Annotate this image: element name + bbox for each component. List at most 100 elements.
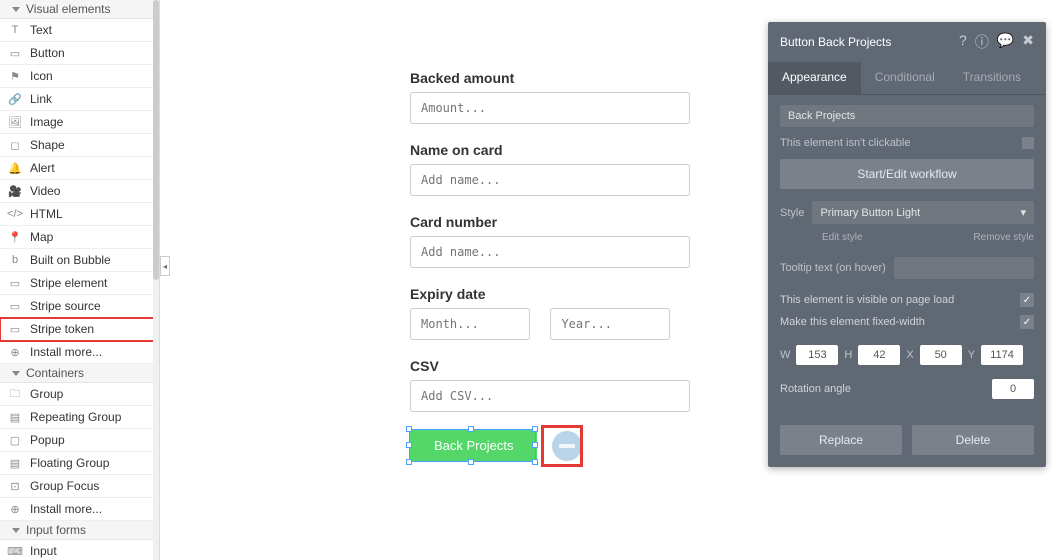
csv-label: CSV <box>410 358 690 374</box>
item-text[interactable]: TText <box>0 19 159 42</box>
stripe-icon: ▭ <box>8 276 22 290</box>
item-map[interactable]: 📍Map <box>0 226 159 249</box>
remove-style-link[interactable]: Remove style <box>973 232 1034 243</box>
item-repeating[interactable]: ▤Repeating Group <box>0 406 159 429</box>
resize-handle[interactable] <box>532 459 538 465</box>
item-icon[interactable]: ⚑Icon <box>0 65 159 88</box>
item-group[interactable]: 🗀Group <box>0 383 159 406</box>
x-input[interactable] <box>920 345 962 365</box>
style-select[interactable]: Primary Button Light▾ <box>812 201 1034 224</box>
item-label: Floating Group <box>30 456 109 470</box>
w-label: W <box>780 349 790 361</box>
chevron-down-icon <box>12 528 20 533</box>
item-video[interactable]: 🎥Video <box>0 180 159 203</box>
scrollbar-thumb[interactable] <box>153 0 159 280</box>
bubble-icon: b <box>8 253 22 267</box>
design-canvas[interactable]: Backed amount Name on card Card number E… <box>170 0 768 560</box>
item-link[interactable]: 🔗Link <box>0 88 159 111</box>
focus-icon: ⊡ <box>8 479 22 493</box>
resize-handle[interactable] <box>468 459 474 465</box>
sidebar: Visual elements TText ▭Button ⚑Icon 🔗Lin… <box>0 0 160 560</box>
item-label: Image <box>30 115 63 129</box>
name-on-card-input[interactable] <box>410 164 690 196</box>
resize-handle[interactable] <box>406 442 412 448</box>
h-label: H <box>844 349 852 361</box>
bell-icon: 🔔 <box>8 161 22 175</box>
start-workflow-button[interactable]: Start/Edit workflow <box>780 159 1034 189</box>
item-button[interactable]: ▭Button <box>0 42 159 65</box>
button-icon: ▭ <box>8 46 22 60</box>
tab-conditional[interactable]: Conditional <box>861 62 949 94</box>
expiry-year-input[interactable] <box>550 308 670 340</box>
sidebar-scrollbar[interactable] <box>153 0 159 560</box>
pin-icon: 📍 <box>8 230 22 244</box>
collapse-sidebar-handle[interactable]: ◂ <box>160 256 170 276</box>
item-builton[interactable]: bBuilt on Bubble <box>0 249 159 272</box>
tooltip-input[interactable] <box>894 257 1034 279</box>
card-number-label: Card number <box>410 214 690 230</box>
item-label: Repeating Group <box>30 410 121 424</box>
item-install-more[interactable]: ⊕Install more... <box>0 341 159 364</box>
visible-label: This element is visible on page load <box>780 294 954 306</box>
item-html[interactable]: </>HTML <box>0 203 159 226</box>
backed-amount-label: Backed amount <box>410 70 690 86</box>
help-icon[interactable]: ? <box>959 32 967 52</box>
rotation-input[interactable] <box>992 379 1034 399</box>
item-label: Stripe token <box>30 322 94 336</box>
tab-appearance[interactable]: Appearance <box>768 62 861 94</box>
x-label: X <box>906 349 913 361</box>
item-label: HTML <box>30 207 63 221</box>
item-input[interactable]: ⌨Input <box>0 540 159 560</box>
item-label: Alert <box>30 161 55 175</box>
chevron-down-icon <box>12 371 20 376</box>
not-clickable-note: This element isn't clickable <box>780 137 1034 149</box>
edit-style-link[interactable]: Edit style <box>822 232 863 243</box>
height-input[interactable] <box>858 345 900 365</box>
section-visual-elements[interactable]: Visual elements <box>0 0 159 19</box>
delete-button[interactable]: Delete <box>912 425 1034 455</box>
card-number-input[interactable] <box>410 236 690 268</box>
item-label: Link <box>30 92 52 106</box>
item-install-more-2[interactable]: ⊕Install more... <box>0 498 159 521</box>
fixed-width-checkbox[interactable]: ✓ <box>1020 315 1034 329</box>
float-icon: ▤ <box>8 456 22 470</box>
selection-outline <box>409 429 536 462</box>
resize-handle[interactable] <box>532 426 538 432</box>
inspector-title: Button Back Projects <box>780 35 891 49</box>
resize-handle[interactable] <box>406 459 412 465</box>
replace-button[interactable]: Replace <box>780 425 902 455</box>
csv-input[interactable] <box>410 380 690 412</box>
item-stripe-token[interactable]: ▭Stripe token <box>0 318 159 341</box>
plus-icon: ⊕ <box>8 345 22 359</box>
item-stripe-element[interactable]: ▭Stripe element <box>0 272 159 295</box>
tab-transitions[interactable]: Transitions <box>949 62 1035 94</box>
section-inputforms[interactable]: Input forms <box>0 521 159 540</box>
item-label: Group <box>30 387 63 401</box>
flag-icon: ⚑ <box>8 69 22 83</box>
item-stripe-source[interactable]: ▭Stripe source <box>0 295 159 318</box>
item-popup[interactable]: ▢Popup <box>0 429 159 452</box>
visible-checkbox[interactable]: ✓ <box>1020 293 1034 307</box>
width-input[interactable] <box>796 345 838 365</box>
stripe-icon: ▭ <box>8 299 22 313</box>
item-shape[interactable]: ◻Shape <box>0 134 159 157</box>
close-icon[interactable]: ✖ <box>1022 32 1034 52</box>
resize-handle[interactable] <box>532 442 538 448</box>
resize-handle[interactable] <box>406 426 412 432</box>
section-label: Input forms <box>26 523 86 537</box>
backed-amount-input[interactable] <box>410 92 690 124</box>
y-input[interactable] <box>981 345 1023 365</box>
info-icon[interactable]: ⓘ <box>975 32 989 52</box>
item-image[interactable]: 🖼Image <box>0 111 159 134</box>
item-groupfocus[interactable]: ⊡Group Focus <box>0 475 159 498</box>
item-alert[interactable]: 🔔 Alert <box>0 157 159 180</box>
inspector-panel: Button Back Projects ? ⓘ 💬 ✖ Appearance … <box>768 22 1046 467</box>
section-containers[interactable]: Containers <box>0 364 159 383</box>
comment-icon[interactable]: 💬 <box>997 32 1014 52</box>
expiry-month-input[interactable] <box>410 308 530 340</box>
popup-icon: ▢ <box>8 433 22 447</box>
item-floating[interactable]: ▤ Floating Group <box>0 452 159 475</box>
video-icon: 🎥 <box>8 184 22 198</box>
element-name-input[interactable] <box>780 105 1034 127</box>
resize-handle[interactable] <box>468 426 474 432</box>
